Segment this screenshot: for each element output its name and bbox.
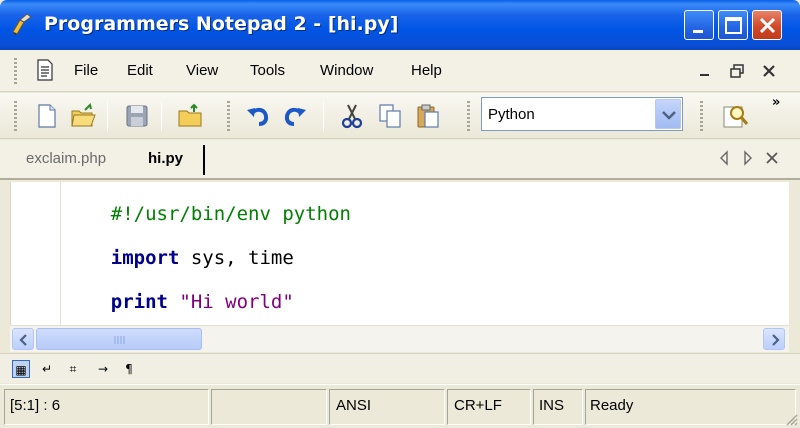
mdi-close-icon[interactable] <box>758 60 780 82</box>
title-bar[interactable]: Programmers Notepad 2 - [hi.py] <box>0 0 800 50</box>
menu-grip[interactable] <box>14 58 17 84</box>
scroll-left-button[interactable] <box>12 328 34 350</box>
ready-status: Ready <box>590 397 634 414</box>
tab-exclaim-php[interactable]: exclaim.php <box>26 150 106 167</box>
view-toolbar: ▦ ↵ ⌗ → ¶ <box>0 353 800 383</box>
cut-icon[interactable] <box>337 101 367 131</box>
margin-divider <box>60 182 61 325</box>
status-bar: [5:1] : 6 ANSI CR+LF INS Ready <box>0 384 800 428</box>
copy-icon[interactable] <box>375 101 405 131</box>
app-icon <box>12 13 32 35</box>
redo-icon[interactable] <box>280 101 310 131</box>
chevron-down-icon <box>662 111 676 120</box>
tab-close-icon[interactable] <box>764 148 780 168</box>
menu-window[interactable]: Window <box>320 62 373 79</box>
line-ending-status[interactable]: CR+LF <box>454 397 502 414</box>
status-pane-empty <box>211 389 327 425</box>
document-icon[interactable] <box>36 59 54 81</box>
mdi-restore-icon[interactable] <box>726 60 748 82</box>
tab-scroll-right-icon[interactable] <box>740 148 756 168</box>
active-tab-edge <box>203 145 205 175</box>
word-wrap-icon[interactable]: ↵ <box>38 360 56 378</box>
toolbar-grip[interactable] <box>467 101 470 131</box>
line-numbers-icon[interactable]: ⌗ <box>64 360 82 378</box>
toolbar-separator <box>161 101 162 131</box>
window-title: Programmers Notepad 2 - [hi.py] <box>44 13 399 35</box>
menu-view[interactable]: View <box>186 62 218 79</box>
maximize-icon <box>725 17 742 34</box>
toolbar-separator <box>107 101 108 131</box>
insert-mode-status[interactable]: INS <box>539 397 564 414</box>
menu-bar: File Edit View Tools Window Help <box>0 50 800 92</box>
scroll-right-button[interactable] <box>763 328 785 350</box>
minimize-button[interactable] <box>684 10 714 40</box>
toolbar-grip[interactable] <box>227 101 230 131</box>
view-mode-icon[interactable]: ▦ <box>12 360 30 378</box>
scheme-select[interactable]: Python <box>481 97 683 131</box>
toolbar-overflow-button[interactable]: » <box>772 95 781 110</box>
horizontal-scrollbar[interactable] <box>10 325 789 352</box>
scheme-select-value: Python <box>488 106 535 123</box>
menu-help[interactable]: Help <box>411 62 442 79</box>
menu-tools[interactable]: Tools <box>250 62 285 79</box>
close-icon <box>759 17 776 34</box>
thumb-grip-icon <box>114 336 125 344</box>
tab-scroll-left-icon[interactable] <box>716 148 732 168</box>
undo-icon[interactable] <box>243 101 273 131</box>
close-button[interactable] <box>752 10 782 40</box>
show-whitespace-icon[interactable]: → <box>94 360 112 378</box>
editor-margin[interactable] <box>11 182 63 325</box>
toolbar-grip[interactable] <box>14 101 17 131</box>
scrollbar-thumb[interactable] <box>36 328 202 350</box>
document-tabs: exclaim.php hi.py <box>0 140 800 180</box>
new-file-icon[interactable] <box>31 101 61 131</box>
cursor-position: [5:1] : 6 <box>10 397 61 414</box>
tab-hi-py[interactable]: hi.py <box>148 150 183 167</box>
code-token-comment: #!/usr/bin/env python <box>110 203 351 225</box>
maximize-button[interactable] <box>718 10 748 40</box>
code-token-string: "Hi world" <box>179 291 294 313</box>
open-file-icon[interactable] <box>68 101 98 131</box>
chevron-right-icon <box>772 334 780 346</box>
toolbar-grip[interactable] <box>700 101 703 131</box>
paste-icon[interactable] <box>413 101 443 131</box>
encoding-status[interactable]: ANSI <box>336 397 371 414</box>
minimize-icon <box>693 30 703 33</box>
code-token-keyword: import <box>110 247 180 269</box>
open-folder-icon[interactable] <box>176 101 206 131</box>
menu-edit[interactable]: Edit <box>127 62 153 79</box>
code-token-keyword: print <box>110 291 168 313</box>
toolbar-separator <box>323 101 324 131</box>
code-token-plain: sys, time <box>179 247 294 269</box>
mdi-minimize-icon[interactable] <box>694 60 716 82</box>
find-icon[interactable] <box>720 101 750 131</box>
scheme-dropdown-button[interactable] <box>655 99 681 129</box>
code-editor[interactable]: #!/usr/bin/env python import sys, time p… <box>10 182 789 325</box>
show-line-endings-icon[interactable]: ¶ <box>120 360 138 378</box>
chevron-left-icon <box>19 334 27 346</box>
menu-file[interactable]: File <box>74 62 98 79</box>
resize-grip-icon[interactable] <box>784 412 798 426</box>
save-icon[interactable] <box>122 101 152 131</box>
